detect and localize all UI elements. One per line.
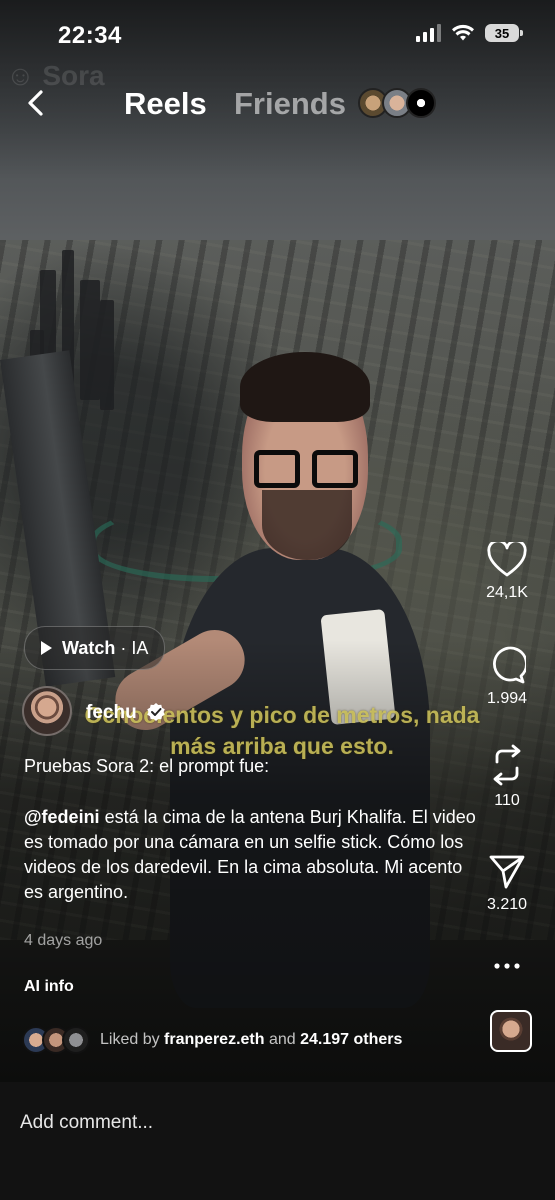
tab-friends[interactable]: Friends [234,86,346,122]
comment-icon[interactable] [488,646,526,684]
post-caption: Pruebas Sora 2: el prompt fue: @fedeini … [24,754,479,905]
post-age: 4 days ago [24,932,103,949]
repost-count: 110 [494,792,520,809]
liked-prefix: Liked by [100,1031,165,1048]
audio-thumbnail[interactable] [490,1010,532,1052]
status-icons: 35 [416,24,523,42]
skyscraper [80,280,100,400]
repost-action[interactable]: 110 [473,744,541,810]
verified-badge-icon [147,703,165,721]
share-action[interactable]: 3.210 [473,854,541,914]
person-hair [240,352,370,422]
heart-icon[interactable] [487,542,527,578]
liked-others[interactable]: 24.197 others [300,1031,402,1048]
tab-reels[interactable]: Reels [124,86,207,122]
status-time: 22:34 [58,22,122,49]
author-name[interactable]: fechu [86,702,137,724]
comment-bar [0,1082,555,1200]
watch-label: Watch [62,637,116,658]
liked-middle: and [264,1031,301,1048]
play-icon [41,641,52,655]
more-action[interactable] [473,962,541,970]
caption-line-1: Pruebas Sora 2: el prompt fue: [24,756,270,776]
person-glasses [252,450,362,490]
signal-icon [416,24,441,42]
watch-tag: IA [131,637,149,658]
person-beard [262,490,352,560]
avatar [62,1026,90,1054]
avatar [406,88,436,118]
chevron-left-icon[interactable] [22,88,52,118]
friends-avatars[interactable] [358,88,436,118]
reel-screen: ☺ Sora 22:34 35 Reels Friends Ochociento… [0,0,555,1200]
watch-separator: · [115,637,132,658]
liked-avatars [22,1026,90,1054]
caption-mention[interactable]: @fedeini [24,807,100,827]
ai-info-link[interactable]: AI info [24,978,74,996]
sora-watermark: ☺ Sora [6,60,105,91]
wifi-icon [452,24,474,41]
liked-by[interactable]: Liked by franperez.eth and 24.197 others [22,1026,402,1054]
like-action[interactable]: 24,1K [473,542,541,602]
skyscraper [100,300,114,410]
watch-button[interactable]: Watch · IA [24,626,166,670]
author-avatar[interactable] [22,686,72,736]
comment-input[interactable]: Add comment... [20,1112,153,1134]
share-count: 3.210 [486,896,528,913]
like-count: 24,1K [486,584,528,601]
comment-count: 1.994 [486,690,528,707]
liked-user[interactable]: franperez.eth [164,1031,264,1048]
send-icon[interactable] [488,854,526,890]
reel-video[interactable] [0,0,555,1082]
repost-icon[interactable] [489,744,525,786]
video-subtitle: Ochocientos y pico de metros, nada más a… [84,702,480,759]
battery-indicator: 35 [485,24,523,42]
more-icon[interactable] [494,962,520,970]
comment-action[interactable]: 1.994 [473,646,541,708]
